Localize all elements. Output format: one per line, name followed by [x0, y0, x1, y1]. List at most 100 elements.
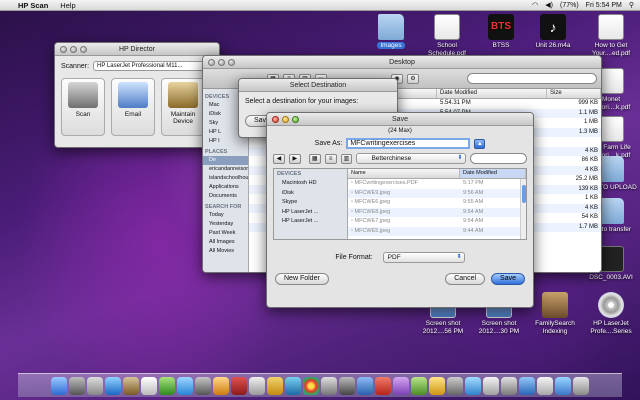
title-bar[interactable]: Save: [267, 113, 533, 126]
save-as-input[interactable]: MFCwritingexercises: [346, 138, 471, 149]
vertical-scrollbar[interactable]: [520, 179, 526, 239]
icon-view-button[interactable]: ▦: [308, 153, 321, 164]
desktop-icon-unit26[interactable]: ♪ Unit 26.m4a: [524, 14, 582, 50]
list-item[interactable]: ▫ MFCWE5.jpeg 9:44 AM: [348, 226, 526, 236]
app-dock-icon[interactable]: [231, 377, 247, 395]
sidebar-item[interactable]: De: [203, 156, 248, 165]
list-item[interactable]: ▫ MFCwritingexercises.PDF 5:17 PM: [348, 179, 526, 189]
sidebar-item[interactable]: HP LaserJet ...: [274, 217, 347, 227]
scan-button[interactable]: Scan: [61, 78, 105, 136]
search-input[interactable]: [467, 73, 597, 84]
minimize-icon[interactable]: [282, 116, 289, 123]
sidebar-item[interactable]: Documents: [203, 192, 248, 201]
column-view-button[interactable]: ▥: [340, 153, 353, 164]
itunes-dock-icon[interactable]: [195, 377, 211, 395]
app-dock-icon[interactable]: [429, 377, 445, 395]
location-select[interactable]: Betterchinese: [356, 153, 466, 164]
desktop-icon-images[interactable]: Images: [362, 14, 420, 50]
save-button[interactable]: Save: [491, 273, 525, 285]
desktop-icon-familysearch[interactable]: FamilySearch Indexing: [526, 292, 584, 336]
app-dock-icon[interactable]: [537, 377, 553, 395]
cancel-button[interactable]: Cancel: [445, 273, 486, 285]
messages-dock-icon[interactable]: [159, 377, 175, 395]
list-item[interactable]: ▫ MFCWE9.jpeg 9:56 AM: [348, 188, 526, 198]
expand-dialog-button[interactable]: ▲: [474, 138, 486, 149]
battery-status[interactable]: (77%): [560, 2, 579, 9]
column-name-header[interactable]: Name: [348, 169, 460, 178]
forward-button[interactable]: ▶: [288, 153, 301, 164]
desktop-icon-hp-laserjet[interactable]: HP LaserJet Profe....Series: [582, 292, 640, 336]
app-dock-icon[interactable]: [393, 377, 409, 395]
action-gear-icon[interactable]: ⚙: [407, 73, 419, 84]
sidebar-item[interactable]: HP I: [203, 137, 248, 146]
close-icon[interactable]: [60, 46, 67, 53]
ical-dock-icon[interactable]: [141, 377, 157, 395]
sidebar-item[interactable]: Skype: [274, 198, 347, 208]
mail-dock-icon[interactable]: [87, 377, 103, 395]
desktop-icon-btss[interactable]: BTS BTSS: [472, 14, 530, 50]
trash-icon[interactable]: [573, 377, 589, 395]
zoom-icon[interactable]: [292, 116, 299, 123]
sidebar-item[interactable]: Macintosh HD: [274, 179, 347, 189]
sidebar-item[interactable]: ericandanneison: [203, 165, 248, 174]
title-bar[interactable]: Select Destination: [239, 79, 397, 92]
app-dock-icon[interactable]: [447, 377, 463, 395]
scanner-select[interactable]: HP LaserJet Professional M11...: [93, 61, 213, 71]
list-item[interactable]: ▫ MFCWE7.jpeg 9:54 AM: [348, 217, 526, 227]
dashboard-dock-icon[interactable]: [69, 377, 85, 395]
app-dock-icon[interactable]: [483, 377, 499, 395]
close-icon[interactable]: [208, 59, 215, 66]
list-item[interactable]: ▫ MFCWE8.jpeg 9:54 AM: [348, 207, 526, 217]
zoom-icon[interactable]: [80, 46, 87, 53]
app-dock-icon[interactable]: [249, 377, 265, 395]
zoom-icon[interactable]: [228, 59, 235, 66]
app-dock-icon[interactable]: [339, 377, 355, 395]
app-dock-icon[interactable]: [411, 377, 427, 395]
new-folder-button[interactable]: New Folder: [275, 273, 329, 285]
safari-dock-icon[interactable]: [105, 377, 121, 395]
column-size-header[interactable]: Size: [547, 89, 601, 98]
app-dock-icon[interactable]: [519, 377, 535, 395]
search-input[interactable]: [469, 153, 527, 164]
sidebar-item[interactable]: islandschoolhou: [203, 174, 248, 183]
list-view-button[interactable]: ≡: [324, 153, 337, 164]
sidebar-item[interactable]: Past Week: [203, 229, 248, 238]
title-bar[interactable]: HP Director: [55, 43, 219, 56]
app-dock-icon[interactable]: [285, 377, 301, 395]
address-book-dock-icon[interactable]: [123, 377, 139, 395]
email-button[interactable]: Email: [111, 78, 155, 136]
desktop-icon-school-schedule[interactable]: School Schedule.pdf: [418, 14, 476, 58]
downloads-stack-icon[interactable]: [555, 377, 571, 395]
skype-dock-icon[interactable]: [177, 377, 193, 395]
scrollbar-thumb[interactable]: [522, 185, 526, 203]
wifi-icon[interactable]: ◠: [532, 1, 538, 9]
column-date-header[interactable]: Date Modified: [437, 89, 547, 98]
chrome-dock-icon[interactable]: [303, 377, 319, 395]
acrobat-dock-icon[interactable]: [375, 377, 391, 395]
app-dock-icon[interactable]: [321, 377, 337, 395]
file-format-select[interactable]: PDF: [382, 252, 465, 263]
menubar-clock[interactable]: Fri 5:54 PM: [586, 2, 622, 9]
close-icon[interactable]: [272, 116, 279, 123]
app-dock-icon[interactable]: [357, 377, 373, 395]
sidebar-item[interactable]: Yesterday: [203, 220, 248, 229]
minimize-icon[interactable]: [218, 59, 225, 66]
maintain-device-button[interactable]: Maintain Device: [161, 78, 205, 136]
back-button[interactable]: ◀: [273, 153, 285, 164]
title-bar[interactable]: Desktop: [203, 56, 601, 69]
sidebar-item[interactable]: iDisk: [274, 189, 347, 199]
sidebar-item[interactable]: Applications: [203, 183, 248, 192]
sidebar-item[interactable]: HP LaserJet ...: [274, 208, 347, 218]
app-dock-icon[interactable]: [501, 377, 517, 395]
app-dock-icon[interactable]: [465, 377, 481, 395]
list-item[interactable]: ▫ MFCWE6.jpeg 9:55 AM: [348, 198, 526, 208]
help-menu[interactable]: Help: [60, 1, 75, 10]
finder-dock-icon[interactable]: [51, 377, 67, 395]
desktop-icon-how-to-get[interactable]: How to Get Your....ed.pdf: [582, 14, 640, 58]
column-date-header[interactable]: Date Modified: [460, 169, 526, 178]
iphoto-dock-icon[interactable]: [213, 377, 229, 395]
app-menu[interactable]: HP Scan: [18, 1, 48, 10]
app-dock-icon[interactable]: [267, 377, 283, 395]
sidebar-item[interactable]: Today: [203, 211, 248, 220]
sidebar-item[interactable]: All Images: [203, 238, 248, 247]
